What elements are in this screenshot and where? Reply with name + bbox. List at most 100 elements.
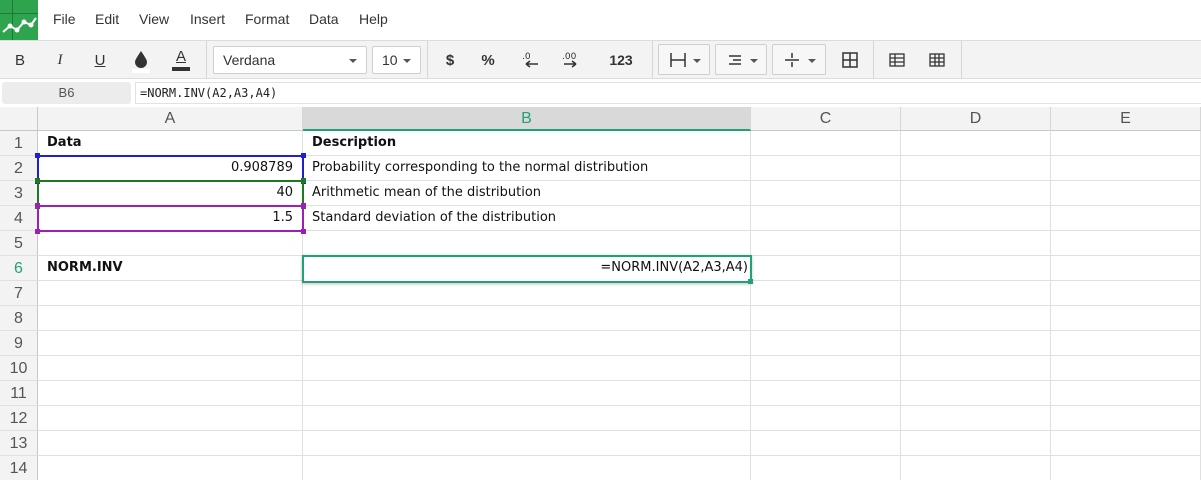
cell-a1[interactable]: Data bbox=[38, 131, 303, 156]
cell-c9[interactable] bbox=[751, 331, 901, 356]
menu-help[interactable]: Help bbox=[359, 11, 388, 27]
cell-a5[interactable] bbox=[38, 231, 303, 256]
borders-dropdown[interactable] bbox=[658, 44, 710, 75]
row-header-14[interactable]: 14 bbox=[0, 456, 38, 480]
cell-e2[interactable] bbox=[1051, 156, 1201, 181]
merge-cells-button[interactable] bbox=[836, 41, 864, 79]
row-header-4[interactable]: 4 bbox=[0, 206, 38, 231]
column-header-c[interactable]: C bbox=[751, 107, 901, 131]
cell-b14[interactable] bbox=[303, 456, 751, 480]
cell-b7[interactable] bbox=[303, 281, 751, 306]
cell-e1[interactable] bbox=[1051, 131, 1201, 156]
cell-c10[interactable] bbox=[751, 356, 901, 381]
currency-format-button[interactable]: $ bbox=[436, 41, 464, 79]
cell-e3[interactable] bbox=[1051, 181, 1201, 206]
cell-a13[interactable] bbox=[38, 431, 303, 456]
row-header-8[interactable]: 8 bbox=[0, 306, 38, 331]
cell-e8[interactable] bbox=[1051, 306, 1201, 331]
cell-e13[interactable] bbox=[1051, 431, 1201, 456]
row-header-13[interactable]: 13 bbox=[0, 431, 38, 456]
cell-a14[interactable] bbox=[38, 456, 303, 480]
cell-a9[interactable] bbox=[38, 331, 303, 356]
cell-e11[interactable] bbox=[1051, 381, 1201, 406]
cell-a11[interactable] bbox=[38, 381, 303, 406]
cell-d13[interactable] bbox=[901, 431, 1051, 456]
cell-b5[interactable] bbox=[303, 231, 751, 256]
formula-input[interactable]: =NORM.INV(A2,A3,A4) bbox=[135, 82, 1201, 104]
fill-color-button[interactable] bbox=[126, 41, 156, 79]
menu-format[interactable]: Format bbox=[245, 11, 289, 27]
row-header-6[interactable]: 6 bbox=[0, 256, 38, 281]
cell-d9[interactable] bbox=[901, 331, 1051, 356]
cell-c4[interactable] bbox=[751, 206, 901, 231]
cell-d12[interactable] bbox=[901, 406, 1051, 431]
cell-c2[interactable] bbox=[751, 156, 901, 181]
cell-d4[interactable] bbox=[901, 206, 1051, 231]
menu-edit[interactable]: Edit bbox=[95, 11, 119, 27]
fill-handle[interactable] bbox=[748, 279, 753, 284]
column-header-a[interactable]: A bbox=[38, 107, 303, 131]
cell-c12[interactable] bbox=[751, 406, 901, 431]
cell-e12[interactable] bbox=[1051, 406, 1201, 431]
row-header-12[interactable]: 12 bbox=[0, 406, 38, 431]
cell-e4[interactable] bbox=[1051, 206, 1201, 231]
cell-d8[interactable] bbox=[901, 306, 1051, 331]
cell-b8[interactable] bbox=[303, 306, 751, 331]
increase-decimal-button[interactable]: .00 bbox=[556, 41, 588, 79]
percent-format-button[interactable]: % bbox=[474, 41, 502, 79]
row-header-11[interactable]: 11 bbox=[0, 381, 38, 406]
cell-a7[interactable] bbox=[38, 281, 303, 306]
cell-b1[interactable]: Description bbox=[303, 131, 751, 156]
cell-c7[interactable] bbox=[751, 281, 901, 306]
cell-a8[interactable] bbox=[38, 306, 303, 331]
underline-button[interactable]: U bbox=[85, 41, 115, 79]
cell-c6[interactable] bbox=[751, 256, 901, 281]
column-header-b[interactable]: B bbox=[303, 107, 751, 131]
cell-e9[interactable] bbox=[1051, 331, 1201, 356]
active-cell-b6[interactable]: =NORM.INV(A2,A3,A4) bbox=[302, 255, 752, 283]
cell-e14[interactable] bbox=[1051, 456, 1201, 480]
grid-lines-button[interactable] bbox=[923, 41, 951, 79]
cell-c14[interactable] bbox=[751, 456, 901, 480]
cell-d11[interactable] bbox=[901, 381, 1051, 406]
cell-a10[interactable] bbox=[38, 356, 303, 381]
font-size-dropdown[interactable]: 10 bbox=[372, 46, 421, 74]
cell-b2[interactable]: Probability corresponding to the normal … bbox=[303, 156, 751, 181]
cell-b9[interactable] bbox=[303, 331, 751, 356]
row-header-3[interactable]: 3 bbox=[0, 181, 38, 206]
menu-data[interactable]: Data bbox=[309, 11, 339, 27]
cell-b12[interactable] bbox=[303, 406, 751, 431]
column-header-e[interactable]: E bbox=[1051, 107, 1201, 131]
cell-b4[interactable]: Standard deviation of the distribution bbox=[303, 206, 751, 231]
row-header-10[interactable]: 10 bbox=[0, 356, 38, 381]
menu-insert[interactable]: Insert bbox=[190, 11, 225, 27]
font-color-button[interactable]: A bbox=[166, 41, 196, 79]
font-family-dropdown[interactable]: Verdana bbox=[213, 46, 367, 74]
cell-d3[interactable] bbox=[901, 181, 1051, 206]
horizontal-align-dropdown[interactable] bbox=[715, 44, 767, 75]
name-box[interactable]: B6 bbox=[2, 82, 131, 104]
cell-b3[interactable]: Arithmetic mean of the distribution bbox=[303, 181, 751, 206]
cell-d10[interactable] bbox=[901, 356, 1051, 381]
freeze-panes-button[interactable] bbox=[883, 41, 911, 79]
cell-e6[interactable] bbox=[1051, 256, 1201, 281]
cell-e10[interactable] bbox=[1051, 356, 1201, 381]
cell-d5[interactable] bbox=[901, 231, 1051, 256]
menu-view[interactable]: View bbox=[139, 11, 169, 27]
column-header-d[interactable]: D bbox=[901, 107, 1051, 131]
cell-b13[interactable] bbox=[303, 431, 751, 456]
cell-c3[interactable] bbox=[751, 181, 901, 206]
cell-a6[interactable]: NORM.INV bbox=[38, 256, 303, 281]
cell-d6[interactable] bbox=[901, 256, 1051, 281]
italic-button[interactable]: I bbox=[45, 41, 75, 79]
bold-button[interactable]: B bbox=[5, 41, 35, 79]
cell-c1[interactable] bbox=[751, 131, 901, 156]
vertical-align-dropdown[interactable] bbox=[772, 44, 826, 75]
cell-c13[interactable] bbox=[751, 431, 901, 456]
menu-file[interactable]: File bbox=[53, 11, 76, 27]
cell-c8[interactable] bbox=[751, 306, 901, 331]
cell-d2[interactable] bbox=[901, 156, 1051, 181]
cell-b11[interactable] bbox=[303, 381, 751, 406]
select-all-corner[interactable] bbox=[0, 107, 38, 131]
cell-a3[interactable]: 40 bbox=[38, 181, 303, 206]
